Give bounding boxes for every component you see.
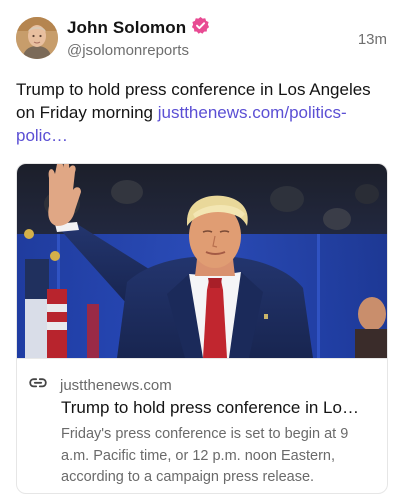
post-timestamp[interactable]: 13m	[358, 31, 387, 48]
link-card-body[interactable]: justthenews.com Trump to hold press conf…	[17, 358, 387, 493]
author-name[interactable]: John Solomon	[67, 18, 186, 38]
post-text: Trump to hold press conference in Los An…	[16, 78, 388, 147]
link-card-image[interactable]	[17, 164, 387, 358]
author-block: John Solomon @jsolomonreports	[67, 16, 210, 59]
author-handle[interactable]: @jsolomonreports	[67, 42, 210, 59]
link-icon	[28, 373, 48, 398]
press-photo	[17, 164, 387, 358]
link-card-description: Friday's press conference is set to begi…	[61, 426, 349, 485]
post-header: John Solomon @jsolomonreports 13m	[16, 16, 388, 59]
link-card-title[interactable]: Trump to hold press conference in Lo…	[61, 398, 379, 418]
verified-icon	[186, 16, 210, 40]
avatar[interactable]	[16, 17, 58, 59]
link-card[interactable]: justthenews.com Trump to hold press conf…	[16, 163, 388, 494]
link-card-domain: justthenews.com	[60, 377, 172, 394]
link-card-domain-row: justthenews.com	[28, 373, 172, 398]
